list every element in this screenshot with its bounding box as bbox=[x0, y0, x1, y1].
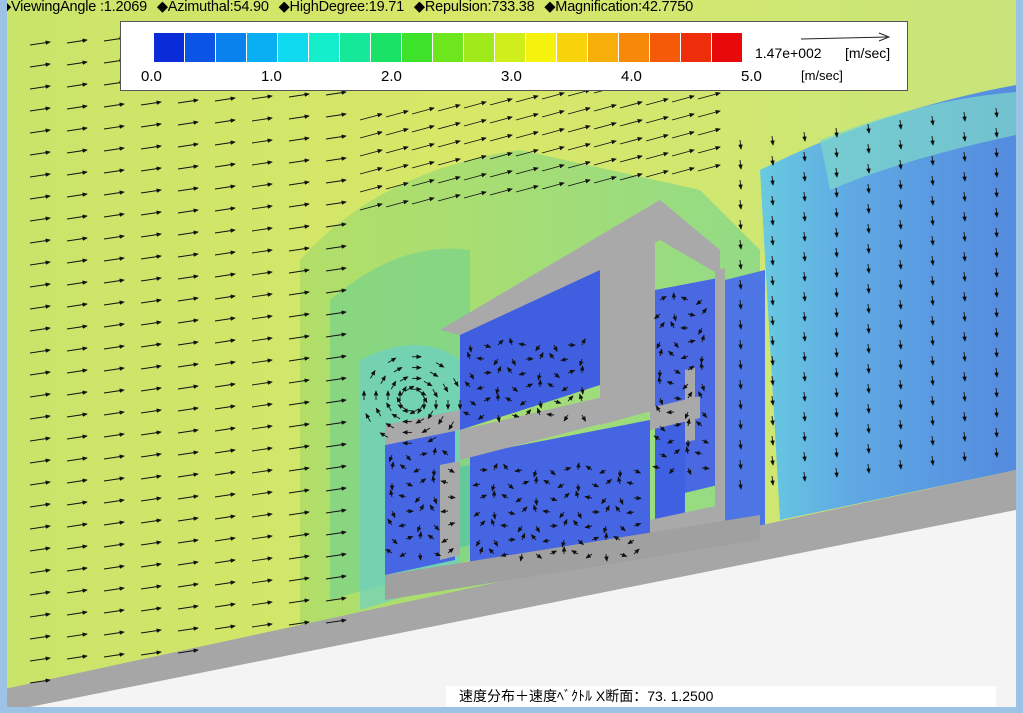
velocity-vector bbox=[507, 537, 516, 543]
velocity-vector bbox=[699, 355, 705, 364]
legend-color-swatch bbox=[557, 33, 587, 62]
legend-tick: 0.0 bbox=[141, 68, 162, 85]
camera-parameter-bar: ◆ViewingAngle :1.2069 ◆Azimuthal:54.90 ◆… bbox=[0, 0, 699, 17]
legend-color-swatch bbox=[526, 33, 556, 62]
reference-vector-arrow-icon bbox=[800, 32, 891, 42]
repulsion-readout: ◆Repulsion:733.38 bbox=[413, 0, 535, 15]
legend-color-swatch bbox=[185, 33, 215, 62]
reference-vector-scale: 1.47e+002 bbox=[755, 45, 822, 61]
viewing-angle-readout: ◆ViewingAngle :1.2069 bbox=[0, 0, 147, 15]
flow-field-canvas[interactable] bbox=[0, 0, 1023, 713]
reference-vector-unit: [m/sec] bbox=[845, 45, 891, 61]
velocity-vector bbox=[579, 365, 585, 374]
legend-color-swatch bbox=[681, 33, 711, 62]
legend-color-swatch bbox=[650, 33, 680, 62]
legend-color-swatch bbox=[712, 33, 742, 62]
velocity-vector bbox=[533, 476, 539, 485]
legend-color-swatch bbox=[216, 33, 246, 62]
section-caption: 速度分布＋速度ﾍﾞｸﾄﾙ X断面：73. 1.2500 bbox=[446, 686, 996, 707]
legend-color-swatch bbox=[309, 33, 339, 62]
legend-tick: 1.0 bbox=[261, 68, 282, 85]
velocity-vector bbox=[447, 494, 456, 500]
legend-color-swatch bbox=[402, 33, 432, 62]
legend-tick: 2.0 bbox=[381, 68, 402, 85]
flow-visualization-view[interactable]: ◆ViewingAngle :1.2069 ◆Azimuthal:54.90 ◆… bbox=[0, 0, 1023, 713]
legend-color-swatch bbox=[340, 33, 370, 62]
velocity-vector bbox=[666, 409, 675, 415]
azimuthal-readout: ◆Azimuthal:54.90 bbox=[156, 0, 269, 15]
legend-color-swatch bbox=[278, 33, 308, 62]
high-degree-readout: ◆HighDegree:19.71 bbox=[278, 0, 405, 15]
legend-color-swatch bbox=[464, 33, 494, 62]
legend-color-swatch bbox=[247, 33, 277, 62]
legend-color-swatch bbox=[588, 33, 618, 62]
legend-color-swatch bbox=[495, 33, 525, 62]
legend-color-swatch bbox=[154, 33, 184, 62]
velocity-color-legend: 0.0 1.0 2.0 3.0 4.0 5.0 1.47e+002 [m/sec… bbox=[120, 21, 908, 91]
legend-color-swatch bbox=[619, 33, 649, 62]
legend-unit: [m/sec] bbox=[801, 68, 843, 83]
legend-tick: 5.0 bbox=[741, 68, 762, 85]
legend-tick: 4.0 bbox=[621, 68, 642, 85]
legend-color-swatch bbox=[433, 33, 463, 62]
magnification-readout: ◆Magnification:42.7750 bbox=[544, 0, 693, 15]
velocity-vector bbox=[417, 552, 423, 561]
velocity-vector bbox=[483, 370, 492, 376]
legend-color-swatch bbox=[371, 33, 401, 62]
legend-tick: 3.0 bbox=[501, 68, 522, 85]
